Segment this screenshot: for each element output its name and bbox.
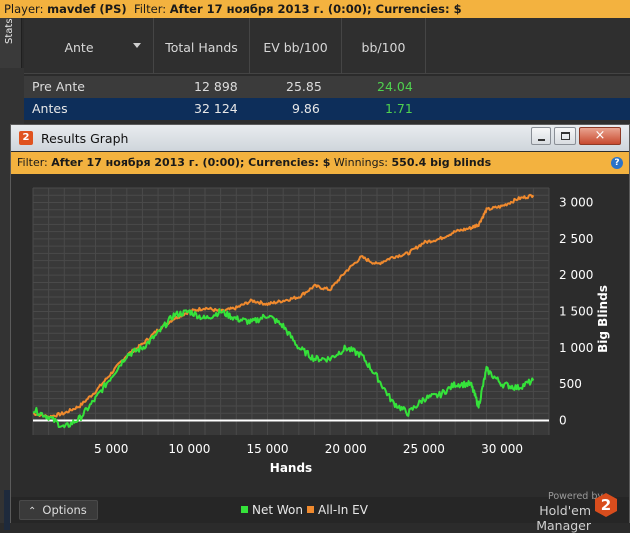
x-tick-label: 20 000 (325, 442, 367, 456)
graph-filter-bar: Filter: After 17 ноября 2013 г. (0:00); … (11, 152, 629, 174)
legend-allin-ev[interactable]: All-In EV (307, 504, 368, 516)
legend-allin-ev-label: All-In EV (318, 503, 368, 517)
cell-ev: 25.85 (286, 79, 322, 94)
player-label: Player: (4, 2, 44, 16)
bottom-bar: ⌃ Options Net Won All-In EV Powered by Ho… (11, 491, 629, 533)
y-tick-label: 1 000 (559, 341, 593, 355)
table-header: Ante Total Hands EV bb/100 bb/100 (24, 18, 630, 74)
y-axis-label: Big Blinds (596, 285, 610, 353)
winnings-value: 550.4 big blinds (391, 156, 492, 169)
table-row[interactable]: Pre Ante 12 898 25.85 24.04 (24, 76, 630, 98)
hem-logo-icon: 2 (19, 131, 33, 145)
graph-filter-label: Filter: (17, 156, 48, 169)
legend-net-won[interactable]: Net Won (241, 504, 303, 516)
x-axis-label: Hands (270, 461, 312, 475)
brand-name: Hold'em Manager (536, 503, 591, 533)
cell-ante: Antes (32, 101, 68, 116)
window-titlebar[interactable]: 2 Results Graph × (11, 125, 629, 151)
stats-tab-label: Stats (4, 18, 15, 44)
cell-total-hands: 12 898 (194, 79, 238, 94)
x-tick-label: 25 000 (403, 442, 445, 456)
results-chart: 0 500 1 000 1 500 2 000 2 500 3 000 5 000 10 00… (32, 187, 610, 475)
column-header-bb[interactable]: bb/100 (342, 18, 426, 74)
cell-bb: 24.04 (377, 79, 413, 94)
allin-ev-swatch-icon (307, 506, 314, 513)
x-tick-label: 5 000 (94, 442, 128, 456)
top-filter-bar: Player: mavdef (PS) Filter: After 17 ноя… (0, 0, 630, 18)
filter-label: Filter: (133, 2, 167, 16)
column-header-ante: Ante (64, 40, 94, 55)
maximize-icon (561, 132, 570, 140)
maximize-button[interactable] (554, 127, 576, 145)
chevron-down-icon[interactable] (133, 43, 141, 48)
column-header-total-hands[interactable]: Total Hands (154, 18, 250, 74)
x-tick-label: 15 000 (247, 442, 289, 456)
legend-net-won-label: Net Won (252, 503, 303, 517)
player-value: mavdef (PS) (47, 2, 127, 16)
powered-by-text: Powered by (547, 491, 603, 502)
minimize-icon (538, 139, 545, 141)
y-tick-label: 1 500 (559, 305, 593, 319)
column-header-ev[interactable]: EV bb/100 (250, 18, 342, 74)
chevron-up-icon: ⌃ (28, 506, 37, 517)
y-tick-label: 3 000 (559, 196, 593, 210)
table-row[interactable]: Antes 32 124 9.86 1.71 (24, 98, 630, 120)
net-won-swatch-icon (241, 506, 248, 513)
close-icon: × (594, 128, 606, 143)
cell-ev: 9.86 (292, 101, 320, 116)
y-tick-label: 2 500 (559, 232, 593, 246)
stats-tab[interactable]: Stats (0, 18, 22, 68)
window-title: Results Graph (41, 131, 129, 146)
x-tick-label: 10 000 (168, 442, 210, 456)
y-axis-ticks: 0 500 1 000 1 500 2 000 2 500 3 000 (559, 196, 593, 428)
winnings-label: Winnings: (333, 156, 389, 169)
options-label: Options (42, 503, 87, 517)
column-ante-dropdown[interactable]: Ante (24, 18, 154, 74)
minimize-button[interactable] (531, 127, 551, 145)
cell-bb: 1.71 (385, 101, 413, 116)
close-button[interactable]: × (579, 127, 621, 145)
graph-filter-value: After 17 ноября 2013 г. (0:00); Currenci… (51, 156, 331, 169)
x-axis-ticks: 5 000 10 000 15 000 20 000 25 000 30 000 (94, 442, 523, 456)
x-tick-label: 30 000 (481, 442, 523, 456)
y-tick-label: 500 (559, 377, 582, 391)
y-tick-label: 0 (559, 413, 567, 427)
cell-total-hands: 32 124 (194, 101, 238, 116)
options-button[interactable]: ⌃ Options (19, 500, 98, 520)
y-tick-label: 2 000 (559, 268, 593, 282)
results-graph-window: 2 Results Graph × Filter: After 17 ноябр… (10, 124, 630, 533)
cell-ante: Pre Ante (32, 79, 85, 94)
filter-value: After 17 ноября 2013 г. (0:00); Currenci… (169, 2, 462, 16)
help-icon[interactable]: ? (611, 157, 623, 169)
